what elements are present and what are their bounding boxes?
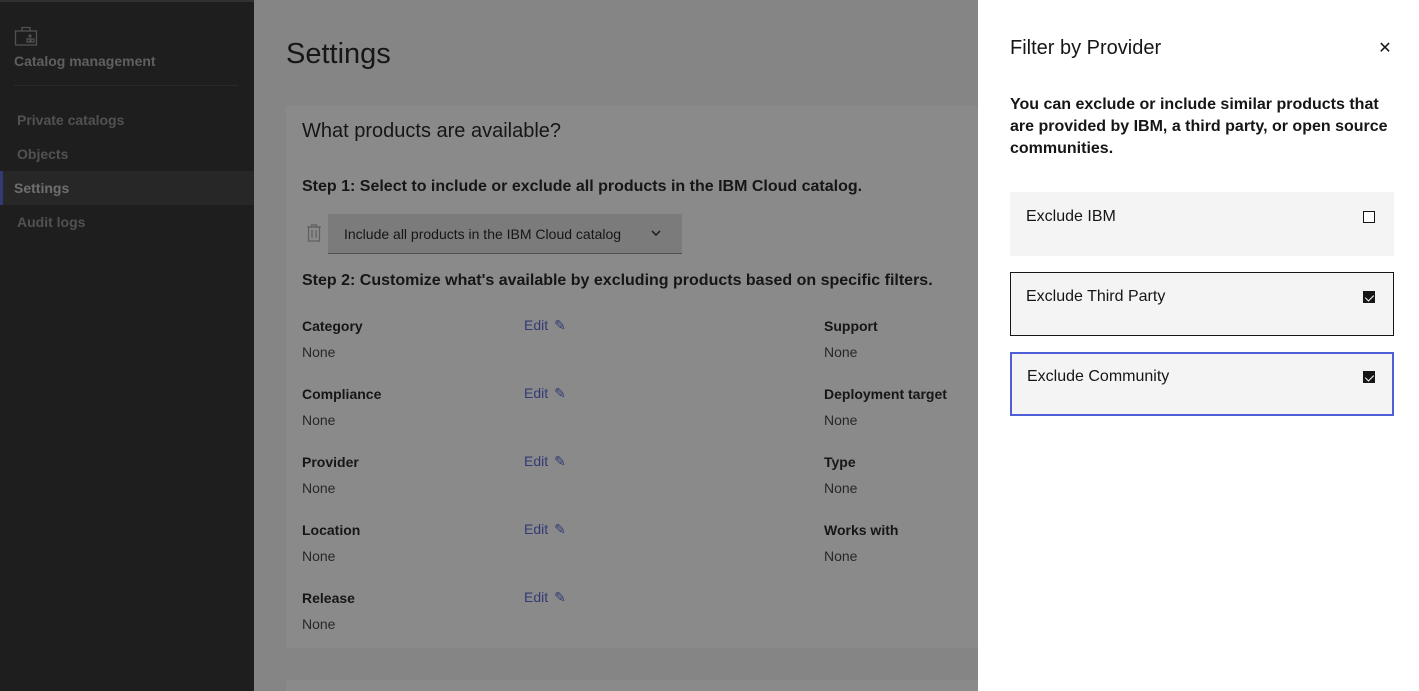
filter-panel: Filter by Provider ✕ You can exclude or … (978, 0, 1419, 691)
option-tile-exclude-third-party[interactable]: Exclude Third Party (1010, 272, 1394, 336)
option-label: Exclude IBM (1026, 208, 1116, 225)
close-icon: ✕ (1378, 40, 1392, 57)
checkbox-checked-icon[interactable] (1363, 371, 1375, 383)
option-label: Exclude Community (1027, 368, 1170, 385)
close-button[interactable]: ✕ (1374, 38, 1396, 60)
option-tile-exclude-community[interactable]: Exclude Community (1010, 352, 1394, 416)
panel-description: You can exclude or include similar produ… (1010, 96, 1388, 157)
option-tile-exclude-ibm[interactable]: Exclude IBM (1010, 192, 1394, 256)
checkbox-checked-icon[interactable] (1363, 291, 1375, 303)
option-label: Exclude Third Party (1026, 288, 1166, 305)
checkbox-unchecked-icon[interactable] (1363, 211, 1375, 223)
modal-overlay[interactable] (0, 0, 978, 691)
panel-title: Filter by Provider (1010, 37, 1162, 59)
